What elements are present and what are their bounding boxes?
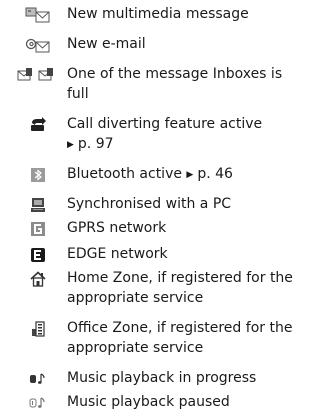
item-text: Home Zone, if registered for the appropr… — [67, 268, 319, 308]
item-text: New e-mail — [67, 34, 319, 54]
item-line: Synchronised with a PC — [67, 196, 232, 212]
pc-sync-icon — [17, 197, 59, 213]
item-text: Synchronised with a PC — [67, 194, 319, 214]
item-line: Music playback in progress — [67, 370, 257, 386]
item-text: EDGE network — [67, 244, 319, 264]
item-line: appropriate service — [67, 340, 204, 356]
item-text: GPRS network — [67, 218, 319, 238]
item-line: GPRS network — [67, 220, 167, 236]
home-zone-icon — [17, 271, 59, 287]
multimedia-message-icon — [17, 7, 59, 23]
page-ref: ▶ p. 97 — [67, 134, 319, 154]
item-text: Call diverting feature active ▶ p. 97 — [67, 114, 319, 154]
item-text: Music playback paused — [67, 392, 319, 412]
item-line: Home Zone, if registered for the — [67, 270, 293, 286]
item-line: Call diverting feature active — [67, 116, 263, 132]
item-line: full — [67, 86, 89, 102]
music-paused-icon — [17, 395, 59, 411]
inbox-full-icon — [17, 67, 59, 83]
item-line: EDGE network — [67, 246, 168, 262]
bluetooth-icon — [17, 167, 59, 183]
gprs-icon — [17, 221, 59, 237]
item-text: One of the message Inboxes is full — [67, 64, 319, 104]
item-line: New e-mail — [67, 36, 146, 52]
item-line: appropriate service — [67, 290, 204, 306]
arrow-right-icon: ▶ — [67, 140, 74, 150]
email-icon — [17, 37, 59, 53]
item-text: New multimedia message — [67, 4, 319, 24]
arrow-right-icon: ▶ — [186, 170, 194, 180]
music-playing-icon — [17, 371, 59, 387]
item-text: Office Zone, if registered for the appro… — [67, 318, 319, 358]
item-line: One of the message Inboxes is — [67, 66, 283, 82]
item-text: Bluetooth active ▶ p. 46 — [67, 164, 319, 184]
item-line: Office Zone, if registered for the — [67, 320, 293, 336]
item-text: Music playback in progress — [67, 368, 319, 388]
item-line: New multimedia message — [67, 6, 249, 22]
edge-icon — [17, 247, 59, 263]
office-zone-icon — [17, 321, 59, 337]
item-line: Music playback paused — [67, 394, 230, 410]
item-line: Bluetooth active ▶ p. 46 — [67, 164, 319, 184]
status-icon-list: New multimedia message New e-mail One of… — [0, 0, 322, 416]
call-divert-icon — [17, 117, 59, 133]
